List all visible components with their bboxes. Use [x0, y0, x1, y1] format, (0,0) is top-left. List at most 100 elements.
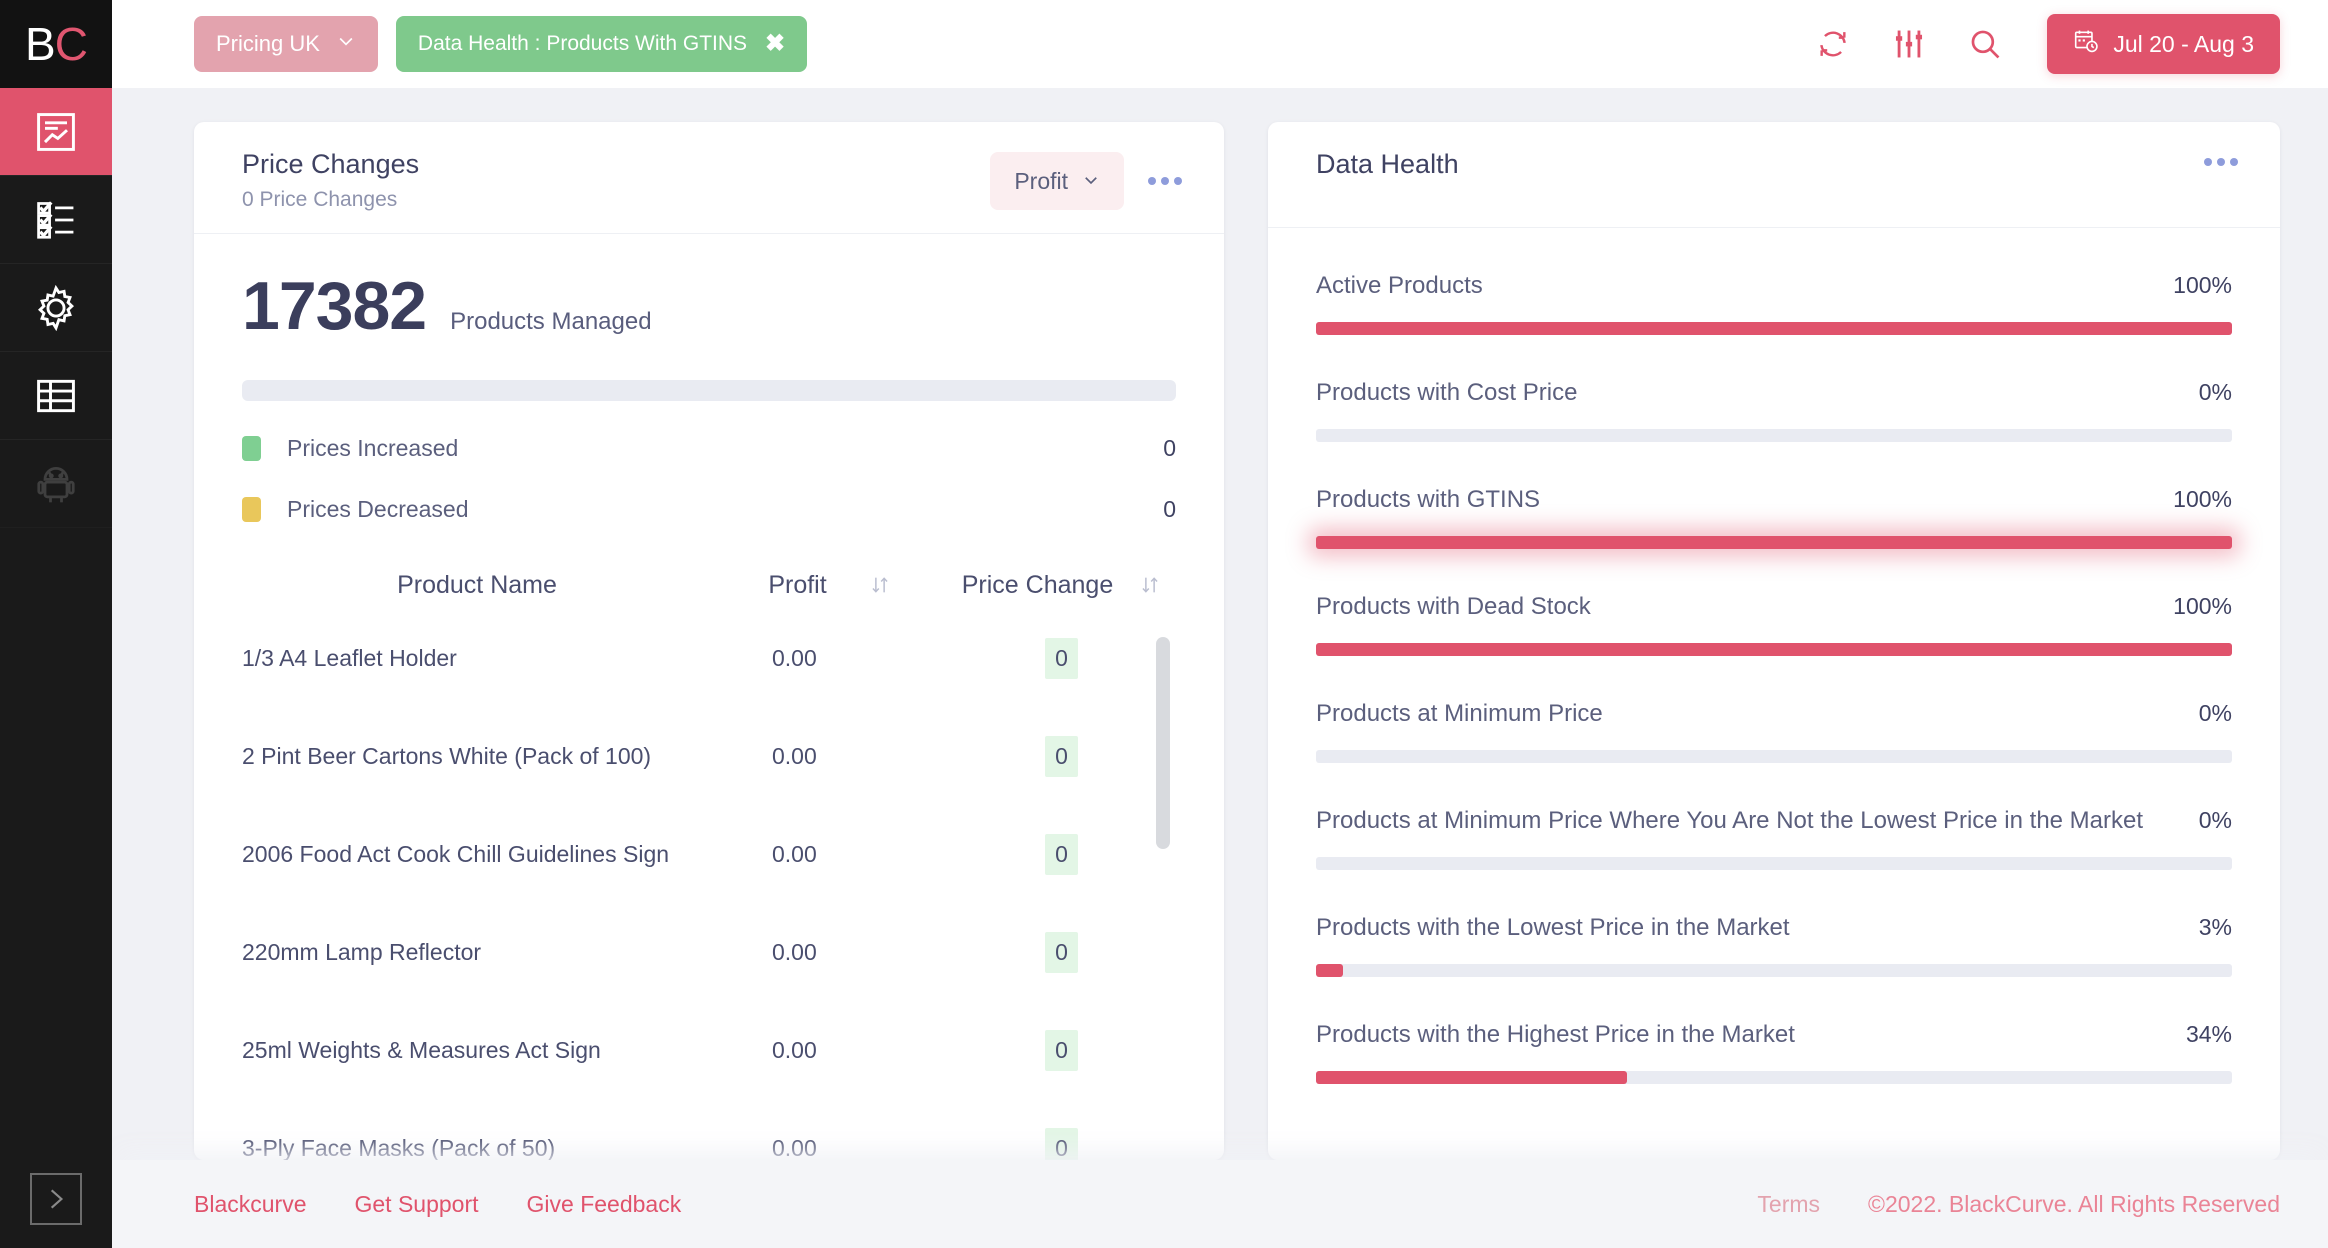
price-change-value: 0 — [1045, 932, 1078, 974]
data-health-label: Products with the Lowest Price in the Ma… — [1316, 914, 1790, 941]
table-row[interactable]: 220mm Lamp Reflector 0.00 0 — [242, 904, 1176, 1002]
page-footer: Blackcurve Get Support Give Feedback Ter… — [112, 1160, 2328, 1248]
sidebar-item-settings[interactable] — [0, 264, 112, 352]
list-item[interactable]: Products with the Lowest Price in the Ma… — [1316, 888, 2232, 995]
close-icon[interactable]: ✖ — [765, 32, 785, 56]
list-item[interactable]: Products at Minimum Price Where You Are … — [1316, 781, 2232, 888]
list-item[interactable]: Products with Cost Price 0% — [1316, 353, 2232, 460]
cell-product-name: 1/3 A4 Leaflet Holder — [242, 645, 457, 672]
data-health-fill — [1316, 643, 2232, 656]
price-change-value: 0 — [1045, 736, 1078, 778]
sort-icon[interactable] — [1139, 574, 1161, 596]
footer-right: Terms ©2022. BlackCurve. All Rights Rese… — [1757, 1191, 2280, 1218]
data-health-row-top: Active Products 100% — [1316, 272, 2232, 300]
data-health-fill — [1316, 322, 2232, 335]
table-row[interactable]: 3-Ply Face Masks (Pack of 50) 0.00 0 — [242, 1100, 1176, 1160]
cell-product-name: 2006 Food Act Cook Chill Guidelines Sign — [242, 841, 670, 868]
products-managed-kpi: 17382 Products Managed — [242, 272, 1176, 340]
cell-price-change: 0 — [947, 834, 1176, 876]
list-item[interactable]: Products with the Highest Price in the M… — [1316, 995, 2232, 1102]
list-item[interactable]: Products with GTINS 100% — [1316, 460, 2232, 567]
table-row[interactable]: 1/3 A4 Leaflet Holder 0.00 0 — [242, 610, 1176, 708]
data-health-header-actions — [2202, 148, 2240, 172]
price-changes-titles: Price Changes 0 Price Changes — [242, 148, 419, 212]
sort-icon[interactable] — [869, 574, 891, 596]
footer-link-get-support[interactable]: Get Support — [354, 1191, 478, 1218]
data-health-label: Products at Minimum Price — [1316, 700, 1603, 727]
sidebar-item-data-table[interactable] — [0, 352, 112, 440]
list-item[interactable]: Products with Dead Stock 100% — [1316, 567, 2232, 674]
metric-select[interactable]: Profit — [990, 152, 1124, 210]
price-changes-subtitle: 0 Price Changes — [242, 187, 398, 211]
data-health-track — [1316, 857, 2232, 870]
legend-label-increased: Prices Increased — [287, 434, 459, 461]
data-health-percent: 0% — [2198, 379, 2232, 405]
data-health-track — [1316, 429, 2232, 442]
table-row[interactable]: 2 Pint Beer Cartons White (Pack of 100) … — [242, 708, 1176, 806]
active-filter-chip[interactable]: Data Health : Products With GTINS ✖ — [395, 16, 808, 72]
chevron-right-icon — [30, 1173, 82, 1225]
cell-price-change: 0 — [947, 932, 1176, 974]
cell-profit: 0.00 — [772, 743, 817, 770]
cell-profit: 0.00 — [772, 939, 817, 966]
product-table-rows: 1/3 A4 Leaflet Holder 0.00 0 2 Pint Beer… — [242, 610, 1176, 1160]
pricing-chip-label: Pricing UK — [216, 31, 320, 56]
data-health-row-top: Products with GTINS 100% — [1316, 486, 2232, 514]
kpi-value: 17382 — [242, 268, 427, 345]
footer-link-blackcurve[interactable]: Blackcurve — [194, 1191, 306, 1218]
price-changes-body: 17382 Products Managed Prices Increased … — [194, 234, 1224, 1160]
main-sidebar: BC — [0, 0, 112, 1248]
data-health-label: Products with the Highest Price in the M… — [1316, 1021, 1795, 1048]
column-header-profit-label: Profit — [768, 570, 827, 599]
footer-link-terms[interactable]: Terms — [1757, 1191, 1820, 1218]
cell-product-name: 25ml Weights & Measures Act Sign — [242, 1037, 601, 1064]
sidebar-expand-button[interactable] — [0, 1150, 112, 1248]
cell-price-change: 0 — [947, 736, 1176, 778]
data-health-fill — [1316, 964, 1344, 977]
date-range-button[interactable]: Jul 20 - Aug 3 — [2047, 14, 2280, 74]
brand-logo-c: C — [54, 18, 88, 70]
column-header-profit[interactable]: Profit — [712, 571, 947, 600]
pricing-context-chip[interactable]: Pricing UK — [194, 16, 378, 72]
filter-sliders-icon[interactable] — [1887, 22, 1931, 66]
sidebar-item-dashboard[interactable] — [0, 88, 112, 176]
column-header-product-name[interactable]: Product Name — [242, 571, 712, 600]
legend-value-decreased: 0 — [1163, 495, 1176, 522]
table-row[interactable]: 2006 Food Act Cook Chill Guidelines Sign… — [242, 806, 1176, 904]
more-options-icon[interactable] — [1146, 171, 1184, 191]
data-health-percent: 100% — [2173, 486, 2232, 512]
calendar-clock-icon — [2073, 28, 2099, 60]
chevron-down-icon — [1082, 168, 1100, 195]
kpi-label: Products Managed — [450, 308, 652, 336]
data-health-row-top: Products with the Highest Price in the M… — [1316, 1021, 2232, 1049]
sidebar-item-rules[interactable] — [0, 176, 112, 264]
legend-item-prices-decreased: Prices Decreased 0 — [242, 496, 1176, 523]
page-title: Price Changes — [242, 149, 420, 179]
refresh-icon[interactable] — [1811, 22, 1855, 66]
cell-profit: 0.00 — [772, 841, 817, 868]
cell-price-change: 0 — [947, 1128, 1176, 1160]
table-scrollbar[interactable] — [1156, 636, 1170, 849]
column-header-price-change[interactable]: Price Change — [947, 571, 1176, 600]
more-options-icon[interactable] — [2202, 152, 2240, 172]
list-item[interactable]: Active Products 100% — [1316, 246, 2232, 353]
cell-price-change: 0 — [947, 638, 1176, 680]
sidebar-item-automation[interactable] — [0, 440, 112, 528]
top-bar-actions: Jul 20 - Aug 3 — [1811, 14, 2280, 74]
gear-icon — [33, 284, 79, 331]
data-health-fill — [1316, 1071, 1628, 1084]
data-health-label: Products with Cost Price — [1316, 379, 1578, 406]
data-health-row-top: Products with the Lowest Price in the Ma… — [1316, 914, 2232, 942]
top-bar: Pricing UK Data Health : Products With G… — [112, 0, 2328, 88]
cell-product-name: 3-Ply Face Masks (Pack of 50) — [242, 1135, 556, 1160]
list-item[interactable]: Products at Minimum Price 0% — [1316, 674, 2232, 781]
cell-product-name: 2 Pint Beer Cartons White (Pack of 100) — [242, 743, 652, 770]
cell-price-change: 0 — [947, 1030, 1176, 1072]
search-icon[interactable] — [1963, 22, 2007, 66]
data-health-header: Data Health — [1268, 122, 2280, 228]
table-row[interactable]: 25ml Weights & Measures Act Sign 0.00 0 — [242, 1002, 1176, 1100]
footer-link-give-feedback[interactable]: Give Feedback — [527, 1191, 682, 1218]
cell-profit: 0.00 — [772, 1135, 817, 1160]
brand-logo[interactable]: BC — [0, 0, 112, 88]
